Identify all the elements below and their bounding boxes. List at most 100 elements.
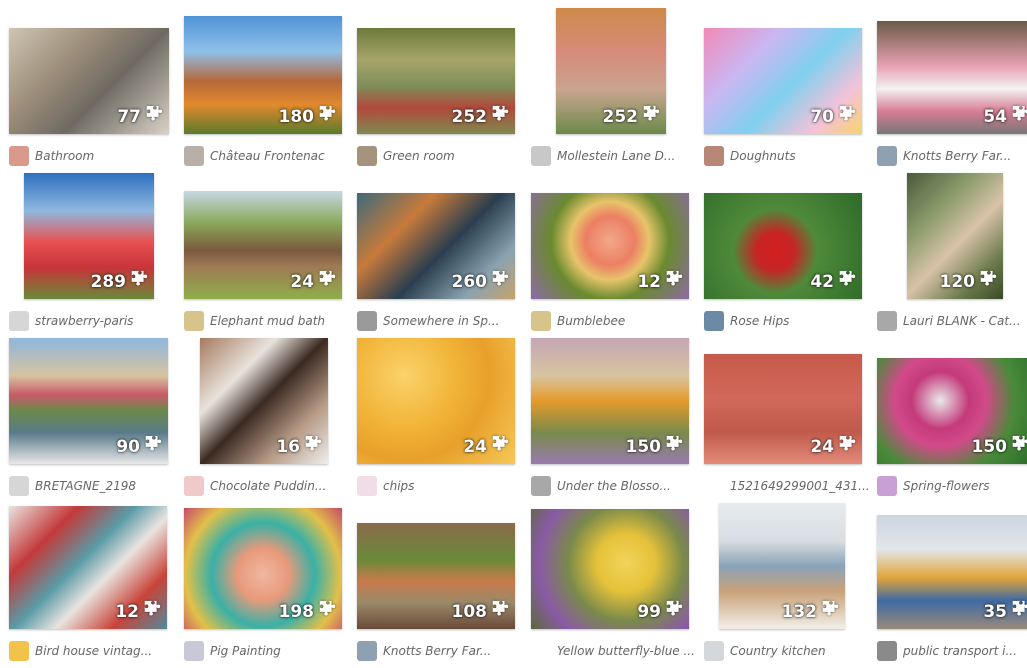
puzzle-tile[interactable]: 108 Knotts Berry Far... <box>357 503 527 668</box>
puzzle-title[interactable]: Chocolate Puddin... <box>210 479 350 493</box>
user-avatar[interactable] <box>704 476 724 496</box>
puzzle-thumbnail[interactable]: 12 <box>9 506 167 629</box>
puzzle-thumbnail[interactable]: 90 <box>9 338 168 464</box>
puzzle-thumbnail[interactable]: 120 <box>907 173 1003 299</box>
puzzle-tile[interactable]: 289 strawberry-paris <box>9 173 179 338</box>
puzzle-thumbnail[interactable]: 12 <box>531 193 689 299</box>
puzzle-thumbnail[interactable]: 150 <box>531 338 689 464</box>
puzzle-title[interactable]: public transport i... <box>903 644 1027 658</box>
puzzle-thumbnail[interactable]: 70 <box>704 28 862 134</box>
user-avatar[interactable] <box>877 146 897 166</box>
user-avatar[interactable] <box>184 641 204 661</box>
user-avatar[interactable] <box>704 641 724 661</box>
puzzle-title[interactable]: strawberry-paris <box>35 314 175 328</box>
puzzle-thumbnail[interactable]: 24 <box>357 338 515 464</box>
user-avatar[interactable] <box>357 476 377 496</box>
puzzle-tile[interactable]: 150 Spring-flowers <box>877 338 1027 503</box>
puzzle-title[interactable]: Lauri BLANK - Cat... <box>903 314 1027 328</box>
puzzle-tile[interactable]: 198 Pig Painting <box>184 503 354 668</box>
puzzle-thumbnail[interactable]: 252 <box>357 28 515 134</box>
puzzle-thumbnail[interactable]: 289 <box>24 173 154 299</box>
user-avatar[interactable] <box>184 476 204 496</box>
puzzle-title[interactable]: Somewhere in Sp... <box>383 314 523 328</box>
puzzle-title[interactable]: 1521649299001_431... <box>730 479 870 493</box>
user-avatar[interactable] <box>9 641 29 661</box>
puzzle-title[interactable]: Château Frontenac <box>210 149 350 163</box>
puzzle-tile[interactable]: 35 public transport i... <box>877 503 1027 668</box>
puzzle-thumbnail[interactable]: 198 <box>184 508 342 629</box>
piece-count: 42 <box>810 274 834 291</box>
puzzle-tile[interactable]: 70 Doughnuts <box>704 8 874 173</box>
puzzle-tile[interactable]: 54 Knotts Berry Far... <box>877 8 1027 173</box>
puzzle-thumbnail[interactable]: 24 <box>184 191 342 299</box>
puzzle-tile[interactable]: 252 Mollestein Lane D... <box>531 8 701 173</box>
puzzle-tile[interactable]: 24 1521649299001_431... <box>704 338 874 503</box>
puzzle-title[interactable]: Bumblebee <box>557 314 697 328</box>
puzzle-caption: Knotts Berry Far... <box>877 145 1027 167</box>
puzzle-thumbnail[interactable]: 77 <box>9 28 169 134</box>
puzzle-title[interactable]: Elephant mud bath <box>210 314 350 328</box>
puzzle-tile[interactable]: 260 Somewhere in Sp... <box>357 173 527 338</box>
puzzle-title[interactable]: chips <box>383 479 523 493</box>
puzzle-thumbnail[interactable]: 150 <box>877 358 1027 464</box>
puzzle-title[interactable]: Rose Hips <box>730 314 870 328</box>
user-avatar[interactable] <box>704 146 724 166</box>
puzzle-thumbnail[interactable]: 180 <box>184 16 342 134</box>
puzzle-title[interactable]: BRETAGNE_2198 <box>35 479 175 493</box>
puzzle-title[interactable]: Pig Painting <box>210 644 350 658</box>
user-avatar[interactable] <box>9 146 29 166</box>
user-avatar[interactable] <box>184 146 204 166</box>
user-avatar[interactable] <box>531 311 551 331</box>
puzzle-title[interactable]: Bathroom <box>35 149 175 163</box>
puzzle-title[interactable]: Yellow butterfly-blue ... <box>557 644 697 658</box>
puzzle-tile[interactable]: 90 BRETAGNE_2198 <box>9 338 179 503</box>
user-avatar[interactable] <box>877 476 897 496</box>
user-avatar[interactable] <box>357 311 377 331</box>
puzzle-tile[interactable]: 150 Under the Blosso... <box>531 338 701 503</box>
puzzle-title[interactable]: Knotts Berry Far... <box>383 644 523 658</box>
puzzle-caption: Chocolate Puddin... <box>184 475 354 497</box>
puzzle-tile[interactable]: 180 Château Frontenac <box>184 8 354 173</box>
puzzle-thumbnail[interactable]: 54 <box>877 21 1027 134</box>
puzzle-thumbnail[interactable]: 260 <box>357 193 515 299</box>
puzzle-tile[interactable]: 252 Green room <box>357 8 527 173</box>
puzzle-tile[interactable]: 24 Elephant mud bath <box>184 173 354 338</box>
user-avatar[interactable] <box>357 146 377 166</box>
puzzle-thumbnail[interactable]: 99 <box>531 509 689 629</box>
user-avatar[interactable] <box>531 641 551 661</box>
puzzle-title[interactable]: Bird house vintag... <box>35 644 175 658</box>
puzzle-thumbnail[interactable]: 108 <box>357 523 515 629</box>
puzzle-title[interactable]: Knotts Berry Far... <box>903 149 1027 163</box>
puzzle-thumbnail[interactable]: 252 <box>556 8 666 134</box>
puzzle-tile[interactable]: 24 chips <box>357 338 527 503</box>
puzzle-title[interactable]: Spring-flowers <box>903 479 1027 493</box>
puzzle-tile[interactable]: 12 Bumblebee <box>531 173 701 338</box>
puzzle-thumbnail[interactable]: 16 <box>200 338 328 464</box>
puzzle-thumbnail[interactable]: 42 <box>704 193 862 299</box>
user-avatar[interactable] <box>704 311 724 331</box>
user-avatar[interactable] <box>9 311 29 331</box>
puzzle-tile[interactable]: 77 Bathroom <box>9 8 179 173</box>
puzzle-tile[interactable]: 120 Lauri BLANK - Cat... <box>877 173 1027 338</box>
puzzle-thumbnail[interactable]: 132 <box>719 503 845 629</box>
puzzle-tile[interactable]: 132 Country kitchen <box>704 503 874 668</box>
puzzle-thumbnail[interactable]: 24 <box>704 354 862 464</box>
user-avatar[interactable] <box>9 476 29 496</box>
puzzle-title[interactable]: Green room <box>383 149 523 163</box>
puzzle-title[interactable]: Mollestein Lane D... <box>557 149 697 163</box>
puzzle-tile[interactable]: 99 Yellow butterfly-blue ... <box>531 503 701 668</box>
puzzle-tile[interactable]: 16 Chocolate Puddin... <box>184 338 354 503</box>
puzzle-tile[interactable]: 12 Bird house vintag... <box>9 503 179 668</box>
puzzle-tile[interactable]: 42 Rose Hips <box>704 173 874 338</box>
user-avatar[interactable] <box>877 641 897 661</box>
user-avatar[interactable] <box>531 476 551 496</box>
user-avatar[interactable] <box>531 146 551 166</box>
puzzle-title[interactable]: Country kitchen <box>730 644 870 658</box>
puzzle-title[interactable]: Doughnuts <box>730 149 870 163</box>
puzzle-title[interactable]: Under the Blosso... <box>557 479 697 493</box>
user-avatar[interactable] <box>357 641 377 661</box>
puzzle-caption: Elephant mud bath <box>184 310 354 332</box>
user-avatar[interactable] <box>877 311 897 331</box>
user-avatar[interactable] <box>184 311 204 331</box>
puzzle-thumbnail[interactable]: 35 <box>877 515 1027 629</box>
